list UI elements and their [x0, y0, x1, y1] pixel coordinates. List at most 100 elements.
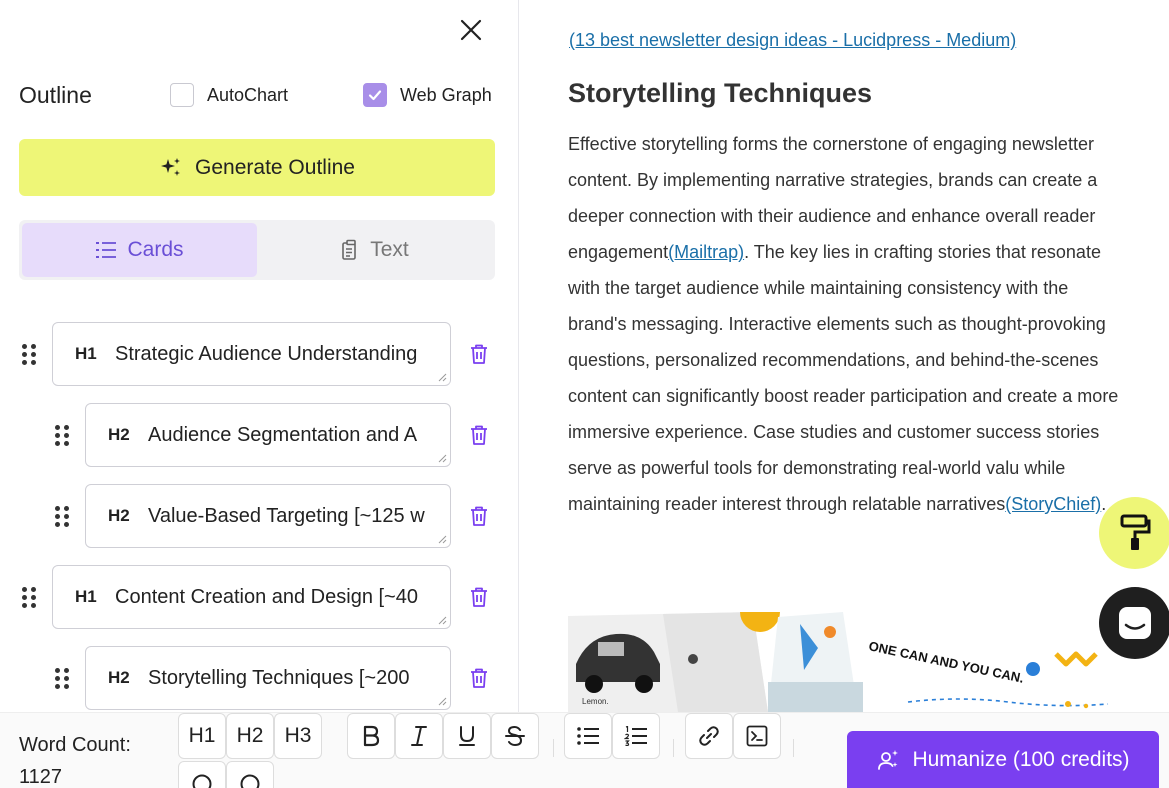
- resize-handle-icon[interactable]: [437, 696, 447, 706]
- tab-cards[interactable]: Cards: [22, 223, 257, 277]
- outline-card[interactable]: H1 Content Creation and Design [~40: [52, 565, 451, 629]
- resize-handle-icon[interactable]: [437, 615, 447, 625]
- trash-icon[interactable]: [469, 667, 489, 689]
- underline-icon: [459, 726, 475, 746]
- image-caption: Lemon.: [582, 697, 609, 706]
- bold-button[interactable]: [347, 713, 395, 759]
- heading-level: H1: [75, 344, 97, 363]
- resize-handle-icon[interactable]: [437, 453, 447, 463]
- toolbar-extra-button[interactable]: [226, 761, 274, 788]
- drag-handle-icon: [55, 424, 73, 446]
- autochart-label: AutoChart: [207, 84, 289, 105]
- card-text[interactable]: Content Creation and Design [~40: [115, 586, 418, 609]
- trash-icon[interactable]: [469, 343, 489, 365]
- link-button[interactable]: [685, 713, 733, 759]
- view-toggle: Cards Text: [19, 220, 495, 280]
- tab-cards-label: Cards: [127, 238, 184, 261]
- section-title: Storytelling Techniques: [568, 78, 873, 108]
- close-icon[interactable]: [458, 17, 484, 43]
- card-text[interactable]: Strategic Audience Understanding: [115, 343, 417, 366]
- card-text[interactable]: Audience Segmentation and A: [148, 424, 417, 447]
- drag-handle-icon: [22, 586, 40, 608]
- trash-icon[interactable]: [469, 505, 489, 527]
- webgraph-checkbox[interactable]: [363, 83, 387, 107]
- sparkles-icon: [161, 157, 181, 176]
- list-icon: [96, 242, 117, 258]
- bullet-list-button[interactable]: [564, 713, 612, 759]
- style-paint-button[interactable]: [1099, 497, 1169, 569]
- chat-support-button[interactable]: [1099, 587, 1169, 659]
- toolbar-divider: [793, 739, 794, 757]
- numbered-list-icon: [624, 726, 647, 746]
- editor-toolbar: Word Count: 1127 H1 H2 H3 Humanize (100 …: [0, 712, 1169, 788]
- heading-level: H1: [75, 587, 97, 606]
- heading-level: H2: [108, 506, 130, 525]
- drag-handle[interactable]: [22, 322, 40, 386]
- underline-button[interactable]: [443, 713, 491, 759]
- paragraph-text: . The key lies in crafting stories that …: [568, 242, 1119, 514]
- toolbar-extra-button[interactable]: [178, 761, 226, 788]
- bold-icon: [363, 725, 380, 747]
- card-text[interactable]: Value-Based Targeting [~125 w: [148, 505, 425, 528]
- humanize-button[interactable]: Humanize (100 credits): [847, 731, 1159, 788]
- webgraph-label: Web Graph: [400, 84, 492, 105]
- webgraph-toggle[interactable]: Web Graph: [363, 83, 492, 107]
- drag-handle-icon: [55, 505, 73, 527]
- humanize-user-icon: [878, 750, 899, 770]
- toolbar-divider: [553, 739, 554, 757]
- tab-text-label: Text: [370, 238, 409, 261]
- clipboard-icon: [342, 239, 357, 260]
- paint-roller-icon: [1120, 514, 1151, 550]
- h3-button[interactable]: H3: [274, 713, 322, 759]
- autochart-toggle[interactable]: AutoChart: [170, 83, 288, 107]
- drag-handle[interactable]: [55, 403, 73, 467]
- checkmark-icon: [368, 90, 382, 101]
- drag-handle[interactable]: [22, 565, 40, 629]
- strikethrough-button[interactable]: [491, 713, 539, 759]
- outline-card[interactable]: H2 Storytelling Techniques [~200: [85, 646, 451, 710]
- chat-icon: [1119, 607, 1151, 639]
- h2-button[interactable]: H2: [226, 713, 274, 759]
- source-link[interactable]: (13 best newsletter design ideas - Lucid…: [569, 30, 1016, 51]
- heading-level: H2: [108, 425, 130, 444]
- strikethrough-icon: [505, 725, 525, 747]
- autochart-checkbox[interactable]: [170, 83, 194, 107]
- drag-handle-icon: [55, 667, 73, 689]
- mailtrap-link[interactable]: (Mailtrap): [668, 242, 744, 262]
- word-count-value: 1127: [19, 766, 63, 788]
- article-panel: (13 best newsletter design ideas - Lucid…: [520, 0, 1169, 712]
- outline-panel: Outline AutoChart Web Graph Generate Out…: [0, 0, 519, 712]
- word-count-label: Word Count:: [19, 734, 131, 756]
- circle-icon: [240, 774, 260, 788]
- outline-card[interactable]: H2 Audience Segmentation and A: [85, 403, 451, 467]
- heading-level: H2: [108, 668, 130, 687]
- storychief-link[interactable]: (StoryChief): [1005, 494, 1101, 514]
- outline-title: Outline: [19, 82, 92, 108]
- generate-outline-label: Generate Outline: [195, 155, 355, 179]
- italic-icon: [411, 726, 427, 746]
- numbered-list-button[interactable]: [612, 713, 660, 759]
- link-icon: [699, 726, 719, 746]
- article-paragraph[interactable]: Effective storytelling forms the corners…: [568, 126, 1128, 522]
- toolbar-divider: [673, 739, 674, 757]
- card-text[interactable]: Storytelling Techniques [~200: [148, 667, 409, 690]
- outline-card[interactable]: H1 Strategic Audience Understanding: [52, 322, 451, 386]
- humanize-label: Humanize (100 credits): [912, 748, 1130, 771]
- tab-text[interactable]: Text: [257, 223, 492, 277]
- code-block-icon: [746, 725, 768, 747]
- outline-card[interactable]: H2 Value-Based Targeting [~125 w: [85, 484, 451, 548]
- drag-handle[interactable]: [55, 484, 73, 548]
- circle-icon: [192, 774, 212, 788]
- trash-icon[interactable]: [469, 424, 489, 446]
- trash-icon[interactable]: [469, 586, 489, 608]
- resize-handle-icon[interactable]: [437, 372, 447, 382]
- newsletter-collage-image: Lemon. ONE CAN AND YOU CAN.: [568, 612, 1168, 712]
- h1-button[interactable]: H1: [178, 713, 226, 759]
- drag-handle-icon: [22, 343, 40, 365]
- bullet-list-icon: [577, 727, 599, 745]
- code-block-button[interactable]: [733, 713, 781, 759]
- drag-handle[interactable]: [55, 646, 73, 710]
- generate-outline-button[interactable]: Generate Outline: [19, 139, 495, 196]
- resize-handle-icon[interactable]: [437, 534, 447, 544]
- italic-button[interactable]: [395, 713, 443, 759]
